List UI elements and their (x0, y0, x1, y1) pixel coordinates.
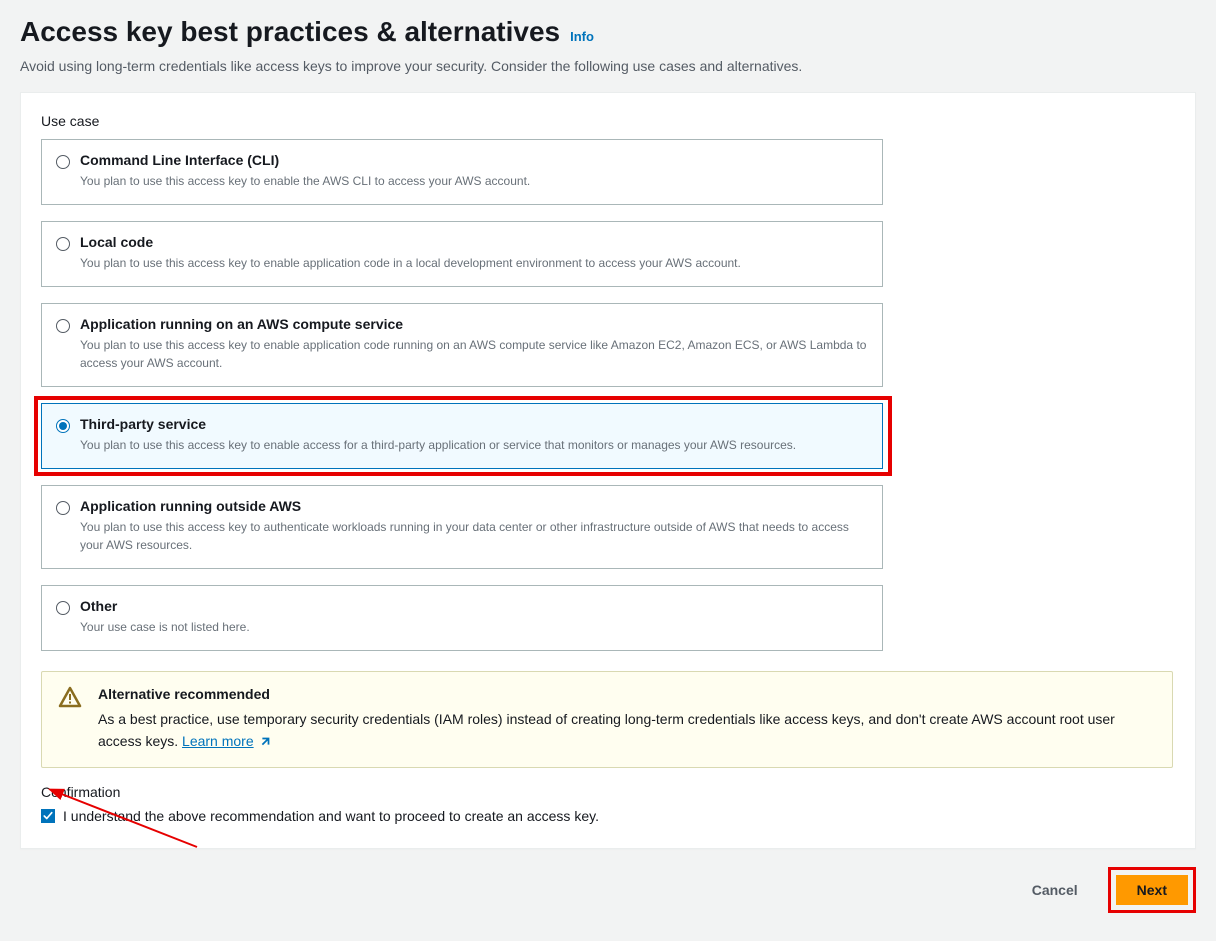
alert-text: As a best practice, use temporary securi… (98, 708, 1156, 753)
radio-icon[interactable] (56, 501, 70, 515)
check-icon (43, 811, 53, 821)
highlight-annotation: Third-party service You plan to use this… (34, 396, 892, 476)
option-desc: Your use case is not listed here. (80, 618, 868, 636)
option-title: Application running outside AWS (80, 498, 868, 514)
recommendation-alert: Alternative recommended As a best practi… (41, 671, 1173, 768)
radio-icon[interactable] (56, 155, 70, 169)
info-link[interactable]: Info (570, 29, 594, 44)
confirmation-checkbox[interactable] (41, 809, 55, 823)
option-cli[interactable]: Command Line Interface (CLI) You plan to… (41, 139, 883, 205)
option-title: Third-party service (80, 416, 868, 432)
confirmation-text: I understand the above recommendation an… (63, 808, 599, 824)
option-title: Application running on an AWS compute se… (80, 316, 868, 332)
alert-title: Alternative recommended (98, 686, 1156, 702)
radio-icon[interactable] (56, 419, 70, 433)
option-title: Other (80, 598, 868, 614)
option-aws-compute[interactable]: Application running on an AWS compute se… (41, 303, 883, 387)
learn-more-link[interactable]: Learn more (182, 730, 272, 752)
option-desc: You plan to use this access key to enabl… (80, 436, 868, 454)
next-highlight-annotation: Next (1108, 867, 1196, 913)
option-desc: You plan to use this access key to enabl… (80, 336, 868, 372)
use-case-panel: Use case Command Line Interface (CLI) Yo… (20, 92, 1196, 849)
option-desc: You plan to use this access key to enabl… (80, 254, 868, 272)
confirmation-label: Confirmation (41, 784, 1175, 800)
option-desc: You plan to use this access key to authe… (80, 518, 868, 554)
option-other[interactable]: Other Your use case is not listed here. (41, 585, 883, 651)
section-label: Use case (41, 113, 1175, 129)
warning-icon (58, 686, 82, 713)
footer-actions: Cancel Next (0, 849, 1216, 941)
page-title: Access key best practices & alternatives (20, 16, 560, 48)
next-button[interactable]: Next (1116, 875, 1188, 905)
external-link-icon (258, 735, 272, 749)
option-title: Local code (80, 234, 868, 250)
option-third-party[interactable]: Third-party service You plan to use this… (41, 403, 883, 469)
option-desc: You plan to use this access key to enabl… (80, 172, 868, 190)
radio-icon[interactable] (56, 319, 70, 333)
page-subtitle: Avoid using long-term credentials like a… (20, 58, 1196, 74)
cancel-button[interactable]: Cancel (1016, 874, 1094, 906)
option-title: Command Line Interface (CLI) (80, 152, 868, 168)
radio-icon[interactable] (56, 601, 70, 615)
radio-icon[interactable] (56, 237, 70, 251)
option-local-code[interactable]: Local code You plan to use this access k… (41, 221, 883, 287)
option-outside-aws[interactable]: Application running outside AWS You plan… (41, 485, 883, 569)
